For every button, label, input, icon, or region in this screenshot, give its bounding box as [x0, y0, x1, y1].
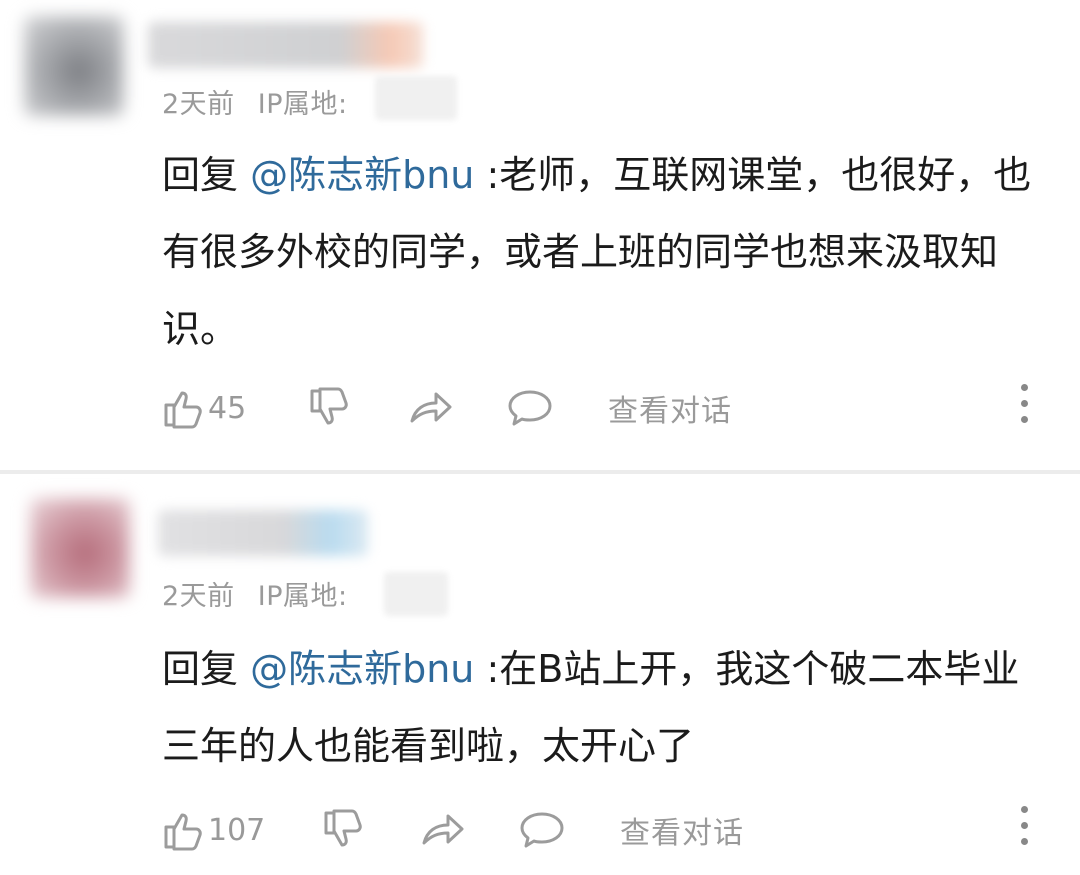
ip-location-label: IP属地:	[257, 581, 348, 612]
speech-bubble-icon	[508, 390, 552, 426]
like-count: 45	[208, 390, 247, 426]
thumbs-down-icon	[324, 809, 362, 847]
reply-button[interactable]	[506, 378, 554, 438]
share-arrow-icon	[410, 392, 452, 423]
share-button[interactable]	[408, 378, 454, 438]
mention-link[interactable]: @陈志新bnu	[250, 153, 474, 197]
view-thread-link[interactable]: 查看对话	[608, 378, 732, 438]
like-button[interactable]: 45	[162, 378, 246, 438]
comment-time: 2天前	[162, 89, 235, 120]
dislike-button[interactable]	[308, 378, 350, 438]
more-options-button[interactable]	[1018, 384, 1030, 432]
comment-item: 2天前 IP属地: 回复 @陈志新bnu :在B站上开，我这个破二本毕业三年的人…	[0, 474, 1080, 875]
more-options-button[interactable]	[1018, 806, 1030, 854]
comment-meta: 2天前 IP属地:	[162, 82, 348, 121]
mention-link[interactable]: @陈志新bnu	[250, 647, 474, 691]
view-thread-label: 查看对话	[620, 816, 744, 851]
comment-item: 2天前 IP属地: 回复 @陈志新bnu :老师，互联网课堂，也很好，也有很多外…	[0, 0, 1080, 470]
comment-time: 2天前	[162, 581, 235, 612]
ip-location-blurred	[384, 572, 448, 616]
thumbs-up-icon	[164, 813, 202, 851]
speech-bubble-icon	[520, 812, 564, 848]
like-button[interactable]: 107	[162, 800, 265, 860]
avatar[interactable]	[24, 16, 124, 116]
share-arrow-icon	[422, 814, 464, 845]
comment-actions: 45 查看对话	[0, 378, 1080, 438]
like-count: 107	[208, 812, 266, 848]
comment-actions: 107 查看对话	[0, 800, 1080, 860]
reply-prefix: 回复	[162, 153, 251, 197]
ip-location-blurred	[375, 76, 457, 120]
ip-location-label: IP属地:	[257, 89, 348, 120]
view-thread-link[interactable]: 查看对话	[620, 800, 744, 860]
dislike-button[interactable]	[322, 800, 364, 860]
share-button[interactable]	[420, 800, 466, 860]
comment-meta: 2天前 IP属地:	[162, 574, 348, 613]
avatar[interactable]	[30, 498, 130, 598]
view-thread-label: 查看对话	[608, 394, 732, 429]
reply-button[interactable]	[518, 800, 566, 860]
comment-text: 回复 @陈志新bnu :老师，互联网课堂，也很好，也有很多外校的同学，或者上班的…	[162, 137, 1042, 368]
reply-prefix: 回复	[162, 647, 251, 691]
more-vertical-icon	[1020, 384, 1028, 391]
more-vertical-icon	[1020, 806, 1028, 813]
username-blurred[interactable]	[148, 22, 423, 68]
username-blurred[interactable]	[158, 510, 368, 556]
comment-text: 回复 @陈志新bnu :在B站上开，我这个破二本毕业三年的人也能看到啦，太开心了	[162, 631, 1042, 785]
thumbs-down-icon	[310, 387, 348, 425]
thumbs-up-icon	[164, 391, 202, 429]
